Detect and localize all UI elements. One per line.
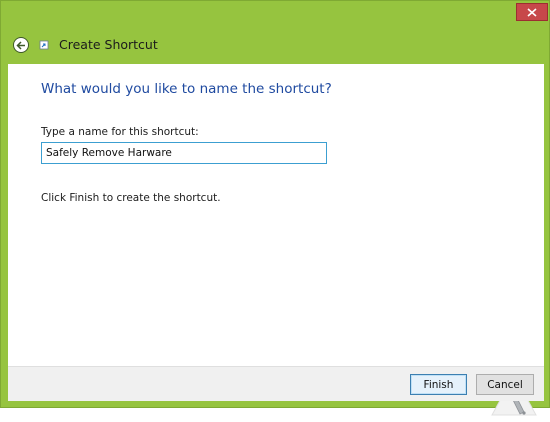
- wizard-footer: Finish Cancel: [8, 366, 544, 401]
- finish-hint-text: Click Finish to create the shortcut.: [41, 192, 221, 204]
- finish-button[interactable]: Finish: [410, 374, 467, 395]
- back-arrow-icon: [16, 40, 25, 50]
- shortcut-wizard-icon: [39, 40, 49, 50]
- close-button[interactable]: [516, 3, 548, 21]
- create-shortcut-window: Create Shortcut What would you like to n…: [0, 0, 550, 416]
- back-button[interactable]: [13, 37, 29, 53]
- cancel-button[interactable]: Cancel: [476, 374, 534, 395]
- close-icon: [527, 7, 537, 17]
- shortcut-name-input[interactable]: [41, 142, 327, 164]
- shortcut-name-label: Type a name for this shortcut:: [41, 126, 199, 138]
- page-heading: What would you like to name the shortcut…: [41, 81, 332, 97]
- wizard-title: Create Shortcut: [59, 37, 158, 52]
- wizard-content: What would you like to name the shortcut…: [8, 64, 544, 416]
- wizard-header: Create Shortcut: [8, 32, 543, 60]
